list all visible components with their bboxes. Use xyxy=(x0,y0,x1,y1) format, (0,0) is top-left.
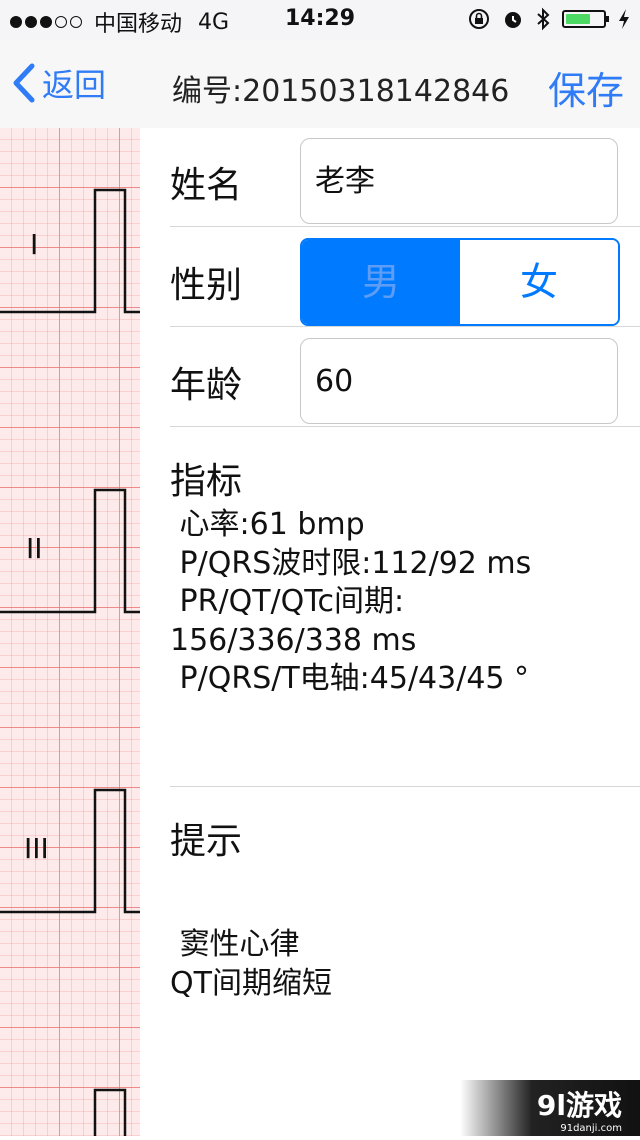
metric-line: P/QRS波时限:112/92 ms xyxy=(170,545,532,581)
watermark-logo: 9l游戏 91danji.com xyxy=(460,1080,640,1136)
back-button[interactable]: 返回 xyxy=(12,60,106,106)
name-label: 姓名 xyxy=(170,165,243,206)
charging-icon xyxy=(619,9,629,29)
hints-list: 窦性心律 QT间期缩短 xyxy=(170,926,332,1003)
hints-title: 提示 xyxy=(170,821,243,862)
navigation-bar: 返回 编号:20150318142846 保存 xyxy=(0,40,640,128)
age-field[interactable]: 60 xyxy=(300,338,618,424)
status-right xyxy=(468,7,630,31)
patient-form: 姓名 老李 性别 男 女 年龄 60 指标 心率:61 bmp P/QRS波时限… xyxy=(140,128,640,1136)
age-label: 年龄 xyxy=(170,365,243,406)
battery-icon xyxy=(562,10,609,28)
alarm-icon xyxy=(505,12,521,28)
rotation-lock-icon xyxy=(469,9,489,29)
gender-label: 性别 xyxy=(170,265,243,306)
gender-option-male[interactable]: 男 xyxy=(302,240,460,324)
metric-line: 156/336/338 ms xyxy=(170,622,417,658)
save-button[interactable]: 保存 xyxy=(548,60,624,115)
metric-line: P/QRS/T电轴:45/43/45 ° xyxy=(170,661,530,696)
back-label: 返回 xyxy=(42,66,107,104)
name-row: 姓名 老李 xyxy=(170,128,640,227)
metric-line: PR/QT/QTc间期: xyxy=(170,584,405,619)
lead-label-3: III xyxy=(24,832,49,865)
bluetooth-icon xyxy=(537,7,550,31)
gender-row: 性别 男 女 xyxy=(170,228,640,327)
ecg-grid xyxy=(0,128,140,1136)
lead-label-1: I xyxy=(30,228,39,261)
lead-label-2: II xyxy=(26,532,43,565)
status-bar: 中国移动 4G 14:29 xyxy=(0,0,640,40)
age-row: 年龄 60 xyxy=(170,328,640,427)
metrics-list: 心率:61 bmp P/QRS波时限:112/92 ms PR/QT/QTc间期… xyxy=(170,506,531,699)
ecg-strip[interactable]: I II III xyxy=(0,128,140,1136)
metrics-title: 指标 xyxy=(170,461,243,502)
watermark-main: 9l游戏 xyxy=(536,1089,622,1122)
page-title: 编号:20150318142846 xyxy=(172,74,510,109)
gender-option-female[interactable]: 女 xyxy=(460,240,618,324)
name-field[interactable]: 老李 xyxy=(300,138,618,224)
gender-segmented-control[interactable]: 男 女 xyxy=(300,238,620,326)
metric-line: 心率:61 bmp xyxy=(170,507,365,542)
hint-line: 窦性心律 xyxy=(170,927,300,962)
watermark-sub: 91danji.com xyxy=(560,1123,622,1134)
chevron-left-icon xyxy=(13,63,35,103)
hint-line: QT间期缩短 xyxy=(170,965,332,1001)
section-divider xyxy=(170,786,640,787)
